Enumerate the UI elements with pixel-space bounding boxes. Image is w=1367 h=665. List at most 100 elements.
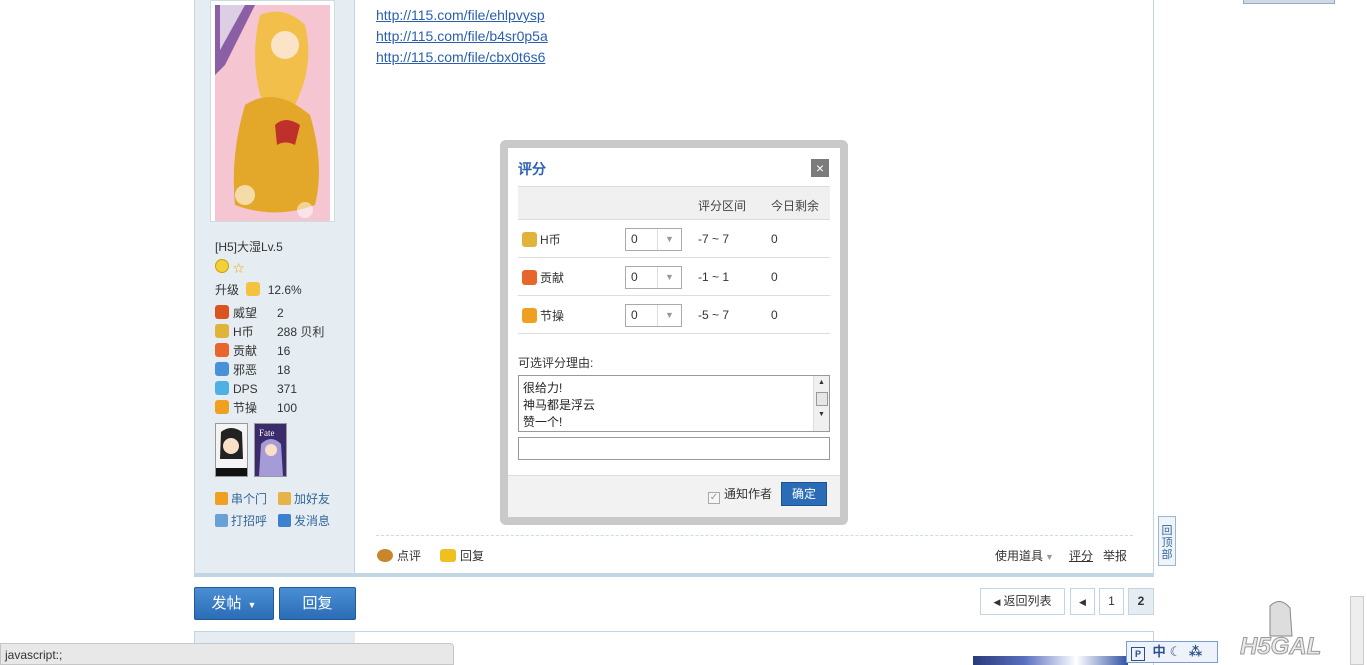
avatar[interactable] bbox=[210, 0, 335, 222]
rating-row-label: H币 bbox=[522, 231, 561, 248]
rating-range: -5 ~ 7 bbox=[698, 308, 730, 322]
stat-value: 16 bbox=[277, 344, 291, 358]
avatar-image bbox=[215, 5, 330, 221]
download-link-2[interactable]: http://115.com/file/b4sr0p5a bbox=[376, 28, 548, 44]
visit-home-link[interactable]: 串个门 bbox=[215, 490, 267, 507]
rating-select[interactable]: 0 ▼ bbox=[625, 304, 682, 327]
signature-banner bbox=[973, 656, 1128, 665]
stat-label: 威望 bbox=[233, 306, 258, 320]
download-link-3[interactable]: http://115.com/file/cbx0t6s6 bbox=[376, 49, 545, 65]
rating-range: -1 ~ 1 bbox=[698, 270, 730, 284]
stat-value: 288 贝利 bbox=[277, 325, 325, 339]
col-remaining-header: 今日剩余 bbox=[771, 199, 820, 213]
send-message-link[interactable]: 发消息 bbox=[278, 512, 330, 529]
use-item-menu[interactable]: 使用道具 ▼ bbox=[995, 547, 1054, 564]
user-stat-row: 贡献 16 bbox=[215, 342, 290, 360]
stat-label: 节操 bbox=[233, 401, 258, 415]
stat-value: 2 bbox=[277, 306, 284, 320]
scroll-up-icon[interactable]: ▲ bbox=[814, 379, 829, 386]
chevron-down-icon: ▼ bbox=[247, 600, 257, 610]
confirm-button[interactable]: 确定 bbox=[781, 482, 827, 506]
user-stat-row: 威望 2 bbox=[215, 304, 284, 322]
ime-toolbar[interactable]: P 中☾ ⁂ bbox=[1126, 641, 1218, 663]
medal-k-on[interactable] bbox=[215, 423, 248, 477]
stat-label: H币 bbox=[233, 325, 254, 339]
bulb-icon bbox=[522, 308, 537, 323]
checkbox-icon[interactable]: ✓ bbox=[708, 492, 720, 504]
rating-select[interactable]: 0 ▼ bbox=[625, 266, 682, 289]
user-stat-row: DPS 371 bbox=[215, 380, 297, 398]
home-icon bbox=[215, 492, 228, 505]
row-divider bbox=[518, 295, 830, 296]
add-friend-link[interactable]: 加好友 bbox=[278, 490, 330, 507]
reply-link[interactable]: 回复 bbox=[440, 547, 484, 564]
stat-value: 371 bbox=[277, 382, 298, 396]
star-icon: ☆ bbox=[232, 260, 245, 276]
top-right-widget bbox=[1243, 0, 1335, 4]
house-icon bbox=[215, 362, 229, 376]
stat-value: 18 bbox=[277, 363, 291, 377]
username[interactable]: [H5]大湿Lv.5 bbox=[215, 238, 283, 255]
post-action-divider bbox=[376, 535, 1133, 536]
comment-button[interactable]: 点评 bbox=[377, 547, 421, 564]
progress-icon bbox=[246, 282, 261, 296]
upgrade-label: 升级 bbox=[215, 283, 240, 297]
reply-icon bbox=[440, 549, 456, 562]
scroll-down-icon[interactable]: ▼ bbox=[814, 411, 829, 418]
reason-label: 可选评分理由: bbox=[518, 356, 594, 370]
rating-range: -7 ~ 7 bbox=[698, 232, 730, 246]
scroll-thumb[interactable] bbox=[815, 392, 828, 406]
chevron-left-icon: ◀ bbox=[993, 597, 1001, 607]
page-2-current: 2 bbox=[1128, 588, 1154, 615]
notify-author-checkbox[interactable]: ✓ 通知作者 bbox=[708, 485, 772, 504]
back-to-list-button[interactable]: ◀ 返回列表 bbox=[980, 588, 1065, 615]
page-scrollbar[interactable] bbox=[1350, 596, 1364, 665]
medal-fate[interactable]: Fate bbox=[254, 423, 287, 477]
reason-input[interactable] bbox=[518, 437, 830, 460]
user-stat-row: 邪恶 18 bbox=[215, 361, 290, 379]
comment-icon bbox=[377, 549, 393, 562]
dialog-title: 评分 bbox=[518, 161, 546, 177]
ime-logo-icon: P bbox=[1131, 647, 1145, 661]
site-mascot-logo: H5GAL bbox=[1240, 596, 1340, 661]
new-thread-button[interactable]: 发帖 ▼ bbox=[194, 587, 274, 620]
reply-button[interactable]: 回复 bbox=[279, 587, 356, 620]
reason-list[interactable]: 很给力! 神马都是浮云 赞一个! ▲ ▼ bbox=[518, 375, 830, 432]
heart-icon bbox=[215, 343, 229, 357]
reason-scrollbar[interactable]: ▲ ▼ bbox=[813, 376, 829, 431]
moon-icon: ☾ bbox=[1169, 644, 1182, 659]
star-icon bbox=[215, 381, 229, 395]
reason-option[interactable]: 神马都是浮云 bbox=[523, 396, 595, 413]
bulb-icon bbox=[215, 400, 229, 414]
user-stat-row: H币 288 贝利 bbox=[215, 323, 324, 341]
status-bar: javascript:; bbox=[0, 643, 454, 665]
user-stat-row: 节操 100 bbox=[215, 399, 297, 417]
report-link[interactable]: 举报 bbox=[1103, 547, 1127, 564]
row-divider bbox=[518, 257, 830, 258]
chevron-left-icon: ◀ bbox=[1079, 597, 1086, 607]
rating-row-label: 贡献 bbox=[522, 269, 564, 286]
reason-option[interactable]: 很给力! bbox=[523, 379, 562, 396]
page-1-button[interactable]: 1 bbox=[1099, 588, 1124, 615]
prev-page-button[interactable]: ◀ bbox=[1070, 588, 1095, 615]
svg-text:H5GAL: H5GAL bbox=[1240, 633, 1321, 660]
upgrade-percent: 12.6% bbox=[267, 283, 302, 297]
stat-label: DPS bbox=[233, 382, 258, 396]
stat-label: 邪恶 bbox=[233, 363, 258, 377]
chevron-down-icon[interactable]: ▼ bbox=[657, 229, 681, 250]
reason-option[interactable]: 赞一个! bbox=[523, 413, 562, 430]
download-link-1[interactable]: http://115.com/file/ehlpvysp bbox=[376, 7, 545, 23]
heart-icon bbox=[522, 270, 537, 285]
coins-icon bbox=[215, 324, 229, 338]
greet-link[interactable]: 打招呼 bbox=[215, 512, 267, 529]
chevron-down-icon[interactable]: ▼ bbox=[657, 305, 681, 326]
chevron-down-icon[interactable]: ▼ bbox=[657, 267, 681, 288]
close-icon[interactable]: × bbox=[811, 159, 829, 177]
rating-select[interactable]: 0 ▼ bbox=[625, 228, 682, 251]
stat-value: 100 bbox=[277, 401, 298, 415]
rating-remaining: 0 bbox=[771, 270, 778, 284]
rate-link[interactable]: 评分 bbox=[1069, 547, 1093, 564]
friends-icon bbox=[278, 492, 291, 505]
back-to-top-button[interactable]: 回顶部 bbox=[1158, 516, 1176, 566]
back-to-top-label: 回顶部 bbox=[1161, 525, 1173, 561]
